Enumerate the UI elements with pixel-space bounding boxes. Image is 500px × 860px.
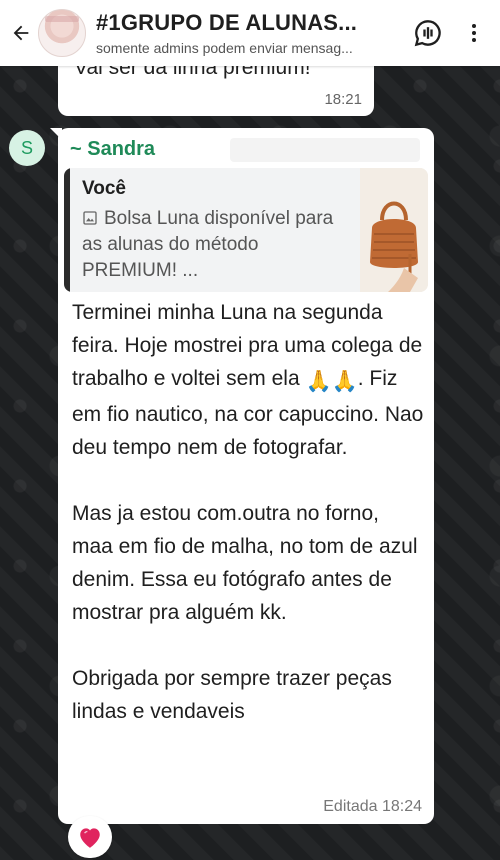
quote-thumbnail [360,168,428,292]
message-paragraph-3: Obrigada por sempre trazer peças lindas … [72,667,392,723]
group-subtitle: somente admins podem enviar mensag... [96,40,353,56]
pray-emoji: 🙏🙏 [305,370,358,393]
message-paragraph-2: Mas ja estou com.outra no forno, maa em … [72,502,418,624]
sender-avatar[interactable]: S [9,130,45,166]
message-bubble[interactable]: ~ Sandra Você Bolsa Luna disponível para… [58,128,434,824]
voice-chat-button[interactable] [410,15,446,51]
group-info[interactable]: #1GRUPO DE ALUNAS... somente admins pode… [96,10,396,56]
quote-text-wrap: Bolsa Luna disponível para as alunas do … [82,206,352,284]
group-title: #1GRUPO DE ALUNAS... [96,10,358,35]
previous-message-time: 18:21 [324,91,362,108]
sender-number-redacted [230,138,420,162]
sender-name[interactable]: ~ Sandra [70,138,155,161]
menu-button[interactable] [456,15,492,51]
voice-chat-icon [414,20,441,47]
message-text: Terminei minha Luna na segunda feira. Ho… [72,296,424,728]
reaction-badge[interactable] [68,816,112,858]
quote-author: Você [82,178,127,199]
back-button[interactable] [4,0,38,66]
quoted-message[interactable]: Você Bolsa Luna disponível para as aluna… [64,168,428,292]
quote-bar [64,168,70,292]
heart-icon [80,828,100,848]
quote-text: Bolsa Luna disponível para as alunas do … [82,208,334,281]
more-vert-icon [472,24,476,42]
chat-header: #1GRUPO DE ALUNAS... somente admins pode… [0,0,500,66]
image-icon [83,211,97,225]
arrow-left-icon [13,25,29,41]
bag-image [360,168,428,292]
message-time: Editada 18:24 [323,798,422,815]
group-avatar[interactable] [38,9,86,57]
